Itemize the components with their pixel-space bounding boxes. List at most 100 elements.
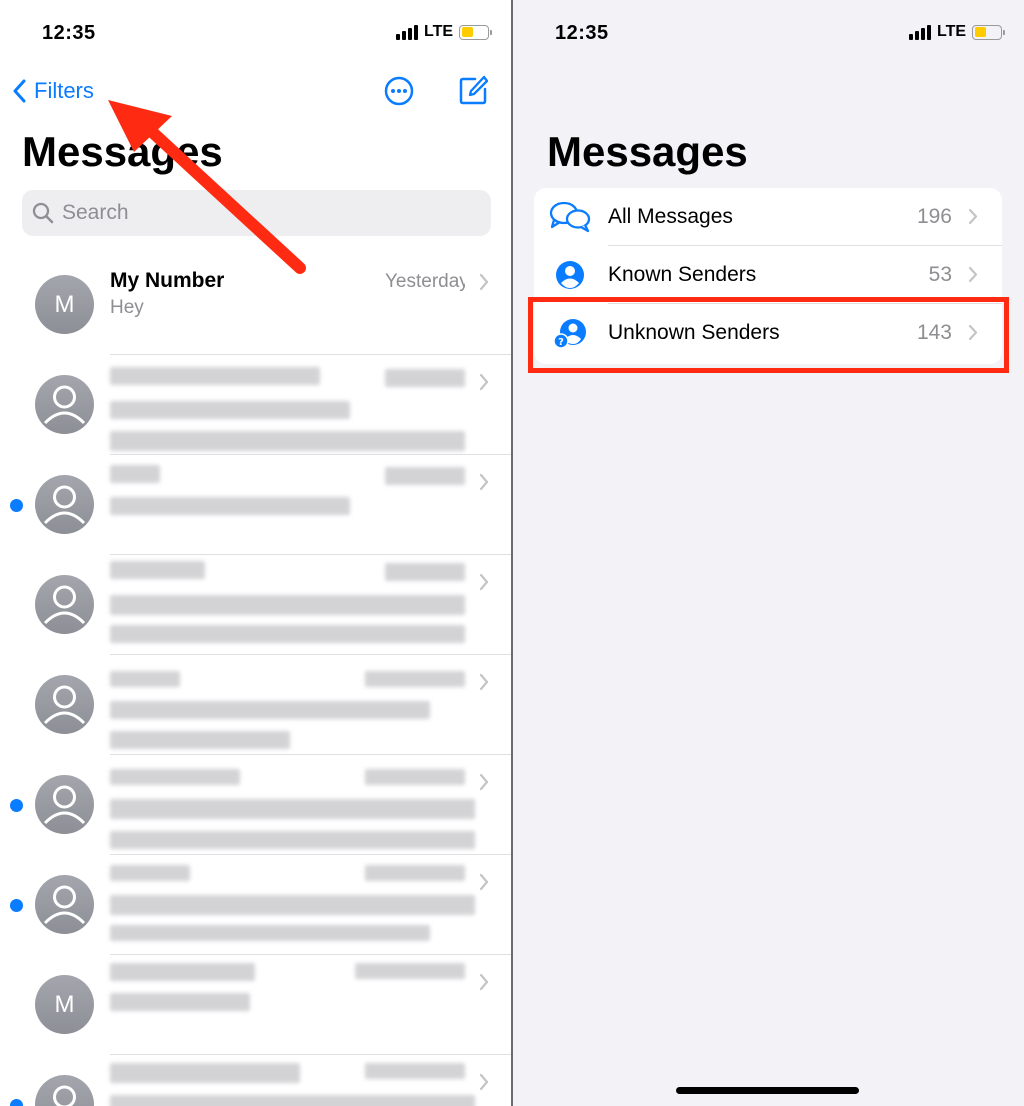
avatar: M xyxy=(35,975,94,1034)
compose-icon[interactable] xyxy=(458,74,488,106)
redacted-text xyxy=(110,993,250,1011)
redacted-text xyxy=(110,895,475,915)
filters-screen: 12:35 LTE Messages All Messages 196 Know… xyxy=(513,0,1024,1106)
list-item[interactable] xyxy=(0,655,511,755)
redacted-text xyxy=(365,1063,465,1079)
chevron-left-icon xyxy=(13,79,26,103)
chevron-right-icon xyxy=(479,1073,489,1091)
person-placeholder-icon xyxy=(43,785,86,825)
unread-indicator xyxy=(10,499,23,512)
battery-icon xyxy=(459,24,493,40)
chevron-right-icon xyxy=(479,273,489,291)
redacted-text xyxy=(110,865,190,881)
redacted-text xyxy=(110,831,475,849)
chevron-right-icon xyxy=(479,573,489,591)
filter-known-senders[interactable]: Known Senders 53 xyxy=(534,246,1002,304)
avatar xyxy=(35,475,94,534)
avatar xyxy=(35,375,94,434)
redacted-text xyxy=(365,671,465,687)
message-time: Yesterday xyxy=(385,271,465,292)
list-item[interactable] xyxy=(0,355,511,455)
avatar xyxy=(35,675,94,734)
back-label: Filters xyxy=(34,78,94,103)
redacted-text xyxy=(110,595,465,615)
list-item[interactable] xyxy=(0,1055,511,1106)
search-placeholder: Search xyxy=(62,201,129,224)
chevron-right-icon xyxy=(479,873,489,891)
status-time: 12:35 xyxy=(555,22,609,44)
person-placeholder-icon xyxy=(43,585,86,625)
redacted-text xyxy=(385,369,465,387)
message-preview: Hey xyxy=(110,297,144,318)
redacted-text xyxy=(110,561,205,579)
redacted-text xyxy=(110,701,430,719)
chevron-right-icon xyxy=(479,673,489,691)
filters-back-button[interactable]: Filters xyxy=(12,78,94,104)
redacted-text xyxy=(110,963,255,981)
person-circle-icon xyxy=(556,261,584,289)
list-item[interactable] xyxy=(0,455,511,555)
redacted-text xyxy=(110,671,180,687)
avatar-initial: M xyxy=(54,990,75,1018)
filter-all-messages[interactable]: All Messages 196 xyxy=(534,188,1002,246)
unread-indicator xyxy=(10,799,23,812)
avatar: M xyxy=(35,275,94,334)
person-placeholder-icon xyxy=(43,885,86,925)
network-label: LTE xyxy=(424,23,454,40)
list-item[interactable] xyxy=(0,755,511,855)
filter-label: Known Senders xyxy=(608,263,757,286)
person-placeholder-icon xyxy=(43,385,86,425)
redacted-text xyxy=(365,865,465,881)
sender-name: My Number xyxy=(110,269,225,292)
chevron-right-icon xyxy=(968,208,978,225)
status-indicators: LTE xyxy=(396,23,493,41)
person-placeholder-icon xyxy=(53,1085,76,1106)
redacted-text xyxy=(110,465,160,483)
redacted-text xyxy=(110,925,430,941)
redacted-text xyxy=(385,467,465,485)
avatar xyxy=(35,875,94,934)
status-indicators: LTE xyxy=(909,23,1006,41)
chevron-right-icon xyxy=(968,266,978,283)
signal-icon xyxy=(909,24,931,40)
search-icon xyxy=(32,202,54,224)
battery-icon xyxy=(972,24,1006,40)
avatar xyxy=(35,575,94,634)
list-item[interactable] xyxy=(0,555,511,655)
chevron-right-icon xyxy=(479,373,489,391)
unread-indicator xyxy=(10,899,23,912)
redacted-text xyxy=(110,497,350,515)
unread-indicator xyxy=(10,1099,23,1106)
filter-label: All Messages xyxy=(608,205,733,228)
list-item[interactable] xyxy=(0,855,511,955)
redacted-text xyxy=(110,731,290,749)
list-item[interactable]: M xyxy=(0,955,511,1055)
redacted-text xyxy=(110,769,240,785)
person-placeholder-icon xyxy=(43,685,86,725)
redacted-text xyxy=(385,563,465,581)
home-indicator[interactable] xyxy=(676,1087,859,1094)
filter-count: 196 xyxy=(916,205,952,228)
annotation-highlight-box xyxy=(528,297,1009,373)
redacted-text xyxy=(110,625,465,643)
redacted-text xyxy=(110,799,475,819)
list-item[interactable]: M My Number Hey Yesterday xyxy=(0,255,511,355)
status-time: 12:35 xyxy=(42,22,96,44)
chevron-right-icon xyxy=(479,473,489,491)
redacted-text xyxy=(110,1095,475,1106)
chat-bubbles-icon xyxy=(549,201,591,233)
more-options-icon[interactable] xyxy=(384,76,414,106)
redacted-text xyxy=(110,367,320,385)
chevron-right-icon xyxy=(479,773,489,791)
redacted-text xyxy=(365,769,465,785)
filter-count: 53 xyxy=(928,263,952,286)
message-list: M My Number Hey Yesterday M xyxy=(0,255,511,1106)
redacted-text xyxy=(110,1063,300,1083)
chevron-right-icon xyxy=(479,973,489,991)
redacted-text xyxy=(110,431,465,451)
network-label: LTE xyxy=(937,23,967,40)
search-input[interactable]: Search xyxy=(22,190,491,236)
avatar xyxy=(35,1075,94,1106)
redacted-text xyxy=(355,963,465,979)
avatar-initial: M xyxy=(54,290,75,318)
